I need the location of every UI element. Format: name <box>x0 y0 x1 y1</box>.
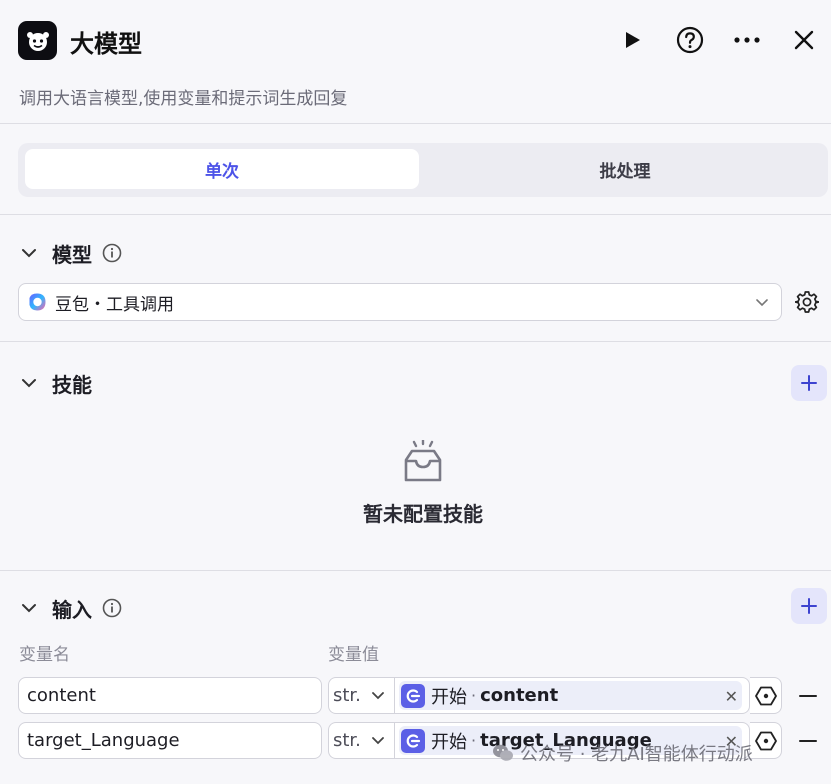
chevron-down-icon <box>18 597 40 619</box>
variable-type-label: str. <box>333 730 361 751</box>
tab-single[interactable]: 单次 <box>25 149 419 189</box>
doubao-logo-icon <box>29 293 46 311</box>
info-icon[interactable] <box>102 598 122 618</box>
more-button[interactable] <box>729 22 765 58</box>
run-icon <box>626 32 640 48</box>
chevron-down-icon <box>756 299 768 307</box>
minus-icon <box>799 740 817 742</box>
remove-variable-button[interactable] <box>796 684 820 708</box>
skills-empty-text: 暂未配置技能 <box>363 502 483 526</box>
watermark-text: 公众号 · 老九AI智能体行动派 <box>520 744 753 765</box>
variable-reference-field[interactable]: 开始 · content ✕ <box>394 677 750 714</box>
minus-icon <box>799 695 817 697</box>
mode-tabs: 单次 批处理 <box>18 143 828 197</box>
model-settings-button[interactable] <box>794 289 820 315</box>
reference-separator: · <box>471 731 477 750</box>
hexagon-settings-icon <box>754 686 777 705</box>
variable-type-select[interactable]: str. <box>328 722 394 759</box>
more-icon <box>734 37 760 43</box>
bot-icon <box>18 21 57 60</box>
run-button[interactable] <box>614 22 650 58</box>
skills-section-header[interactable]: 技能 <box>18 368 92 398</box>
wechat-icon <box>493 744 513 761</box>
model-section-header[interactable]: 模型 <box>18 238 122 268</box>
model-section: 模型 <box>0 216 831 342</box>
plus-icon <box>801 375 817 391</box>
clear-reference-icon[interactable]: ✕ <box>725 687 738 706</box>
add-input-button[interactable] <box>791 588 827 624</box>
start-node-icon <box>401 683 425 708</box>
node-title: 大模型 <box>70 30 142 58</box>
node-description: 调用大语言模型,使用变量和提示词生成回复 <box>19 89 348 109</box>
chevron-down-icon <box>372 736 384 744</box>
add-skill-button[interactable] <box>791 365 827 401</box>
reference-node-name: 开始 <box>431 686 467 708</box>
chevron-down-icon <box>18 372 40 394</box>
variable-name-input[interactable]: target_Language <box>18 722 322 759</box>
variable-settings-button[interactable] <box>750 722 782 759</box>
remove-variable-button[interactable] <box>796 729 820 753</box>
node-header: 大模型 调用大语言模型,使用变量和提示词生成回复 <box>0 0 831 124</box>
variable-type-select[interactable]: str. <box>328 677 394 714</box>
skills-section-title: 技能 <box>52 372 92 397</box>
input-section-title: 输入 <box>52 597 92 622</box>
empty-box-icon <box>404 440 442 482</box>
plus-icon <box>801 598 817 614</box>
reference-separator: · <box>471 686 477 705</box>
column-header-value: 变量值 <box>328 645 379 665</box>
help-button[interactable] <box>672 22 708 58</box>
info-icon[interactable] <box>102 243 122 263</box>
close-icon <box>794 30 814 50</box>
hexagon-settings-icon <box>754 731 777 750</box>
tab-batch[interactable]: 批处理 <box>428 149 822 189</box>
variable-settings-button[interactable] <box>750 677 782 714</box>
close-button[interactable] <box>786 22 822 58</box>
reference-variable-name: content <box>480 685 559 706</box>
help-icon <box>676 26 704 54</box>
chevron-down-icon <box>18 242 40 264</box>
watermark: 公众号 · 老九AI智能体行动派 <box>492 740 753 766</box>
mode-tabs-section: 单次 批处理 <box>0 125 831 215</box>
selected-model-name: 豆包・工具调用 <box>55 294 174 315</box>
variable-reference-tag: 开始 · content ✕ <box>399 681 742 710</box>
model-section-title: 模型 <box>52 242 92 267</box>
start-node-icon <box>401 728 425 753</box>
gear-icon <box>795 291 819 313</box>
chevron-down-icon <box>372 691 384 699</box>
input-section-header[interactable]: 输入 <box>18 593 122 623</box>
column-header-name: 变量名 <box>19 645 70 665</box>
variable-name-input[interactable]: content <box>18 677 322 714</box>
reference-node-name: 开始 <box>431 731 467 753</box>
variable-type-label: str. <box>333 685 361 706</box>
model-select[interactable]: 豆包・工具调用 <box>18 283 782 321</box>
